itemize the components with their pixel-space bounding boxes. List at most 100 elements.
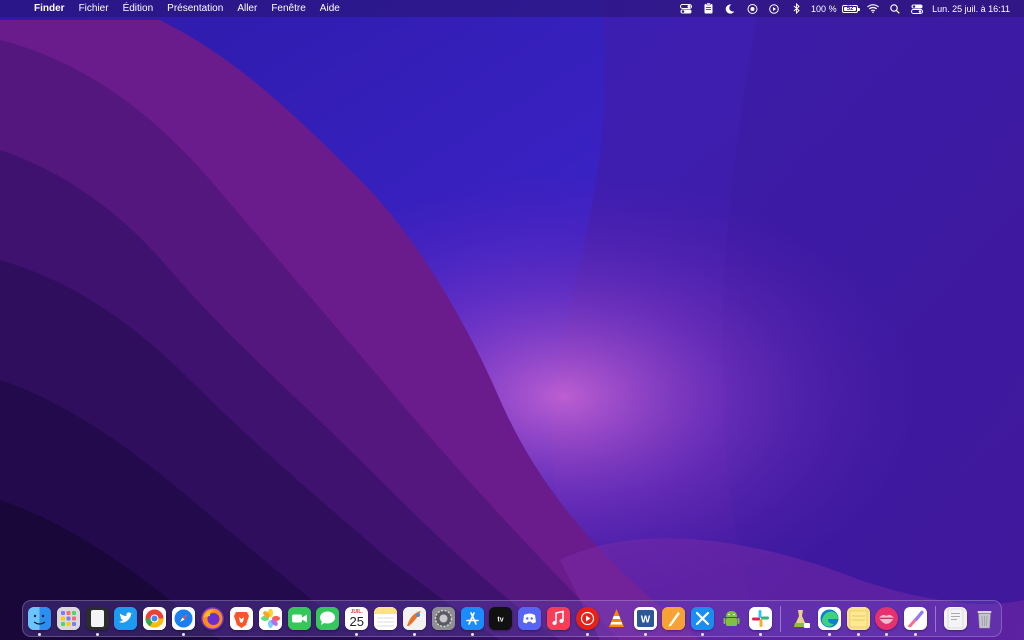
utility-app-icon xyxy=(789,607,812,630)
menu-bar: Finder Fichier Édition Présentation Alle… xyxy=(0,0,1024,17)
dock-item-finder[interactable] xyxy=(25,604,54,636)
dock-item-brush-app[interactable] xyxy=(901,604,930,636)
battery-percent[interactable]: 100 % 52 xyxy=(807,4,862,14)
menu-aller[interactable]: Aller xyxy=(230,3,264,14)
running-indicator xyxy=(182,633,186,636)
menu-fenetre[interactable]: Fenêtre xyxy=(264,3,312,14)
running-indicator xyxy=(37,633,41,636)
dock-item-pages[interactable] xyxy=(660,604,689,633)
messages-icon xyxy=(316,607,340,630)
svg-text:tv: tv xyxy=(498,617,504,624)
dock-item-photos[interactable] xyxy=(256,604,285,633)
dock-item-launchpad[interactable] xyxy=(54,604,83,633)
dock-separator xyxy=(779,605,781,632)
running-indicator xyxy=(355,633,359,636)
app-store-icon xyxy=(460,607,484,630)
discord-icon xyxy=(518,607,542,630)
android-studio-icon xyxy=(720,607,743,630)
safari-icon xyxy=(172,607,196,630)
airplay-icon[interactable] xyxy=(741,0,763,17)
vlc-icon xyxy=(605,607,628,630)
running-indicator xyxy=(470,633,474,636)
running-indicator xyxy=(885,633,889,636)
dock-item-brave[interactable] xyxy=(227,604,256,633)
search-icon[interactable] xyxy=(884,0,906,17)
dock-item-android-studio[interactable] xyxy=(717,604,746,633)
wifi-icon[interactable] xyxy=(862,0,884,17)
notes-pad-icon xyxy=(85,607,109,630)
running-indicator xyxy=(643,633,647,636)
facetime-icon xyxy=(287,607,311,630)
menu-presentation[interactable]: Présentation xyxy=(160,3,230,14)
dock-item-twitter[interactable] xyxy=(112,604,141,633)
dock-item-stickies[interactable] xyxy=(844,604,873,636)
apple-tv-icon: tv xyxy=(489,607,513,630)
pixelmator-icon xyxy=(402,607,426,630)
finder-icon xyxy=(27,607,51,630)
twitter-icon xyxy=(114,607,138,630)
menu-aide[interactable]: Aide xyxy=(313,3,347,14)
dock-item-slack[interactable] xyxy=(746,604,775,636)
dock-item-discord[interactable] xyxy=(515,604,544,633)
play-icon[interactable] xyxy=(763,0,785,17)
menu-edition[interactable]: Édition xyxy=(116,3,161,14)
dock-item-youtube-music[interactable] xyxy=(573,604,602,636)
xcode-tools-icon xyxy=(691,607,715,630)
running-indicator xyxy=(585,633,589,636)
menu-app-name[interactable]: Finder xyxy=(30,3,72,14)
brave-icon xyxy=(229,607,253,630)
launchpad-icon xyxy=(56,607,80,630)
battery-percent-label: 100 % xyxy=(811,3,837,14)
dock-item-xcode-tools[interactable] xyxy=(688,604,717,636)
chrome-icon xyxy=(143,607,167,630)
dock-item-downloads-stack[interactable] xyxy=(941,604,970,633)
menubar-clock[interactable]: Lun. 25 juil. à 16:11 xyxy=(928,4,1014,14)
menu-fichier[interactable]: Fichier xyxy=(72,3,116,14)
clipboard-icon[interactable] xyxy=(697,0,719,17)
edge-icon xyxy=(817,607,841,630)
dock-item-utility-app[interactable] xyxy=(786,604,815,633)
dock-item-chrome[interactable] xyxy=(140,604,169,633)
running-indicator xyxy=(856,633,860,636)
dock-item-word[interactable]: W xyxy=(631,604,660,636)
calendar-day: 25 xyxy=(349,614,364,629)
system-preferences-icon xyxy=(431,607,455,630)
dock-item-app-store[interactable] xyxy=(458,604,487,636)
dock-item-system-preferences[interactable] xyxy=(429,604,458,633)
trash-icon xyxy=(973,607,996,630)
word-icon: W xyxy=(633,607,657,630)
svg-text:W: W xyxy=(640,615,650,626)
dock-separator xyxy=(935,605,937,632)
photos-icon xyxy=(258,607,282,630)
brush-app-icon xyxy=(904,607,928,630)
dock-item-apple-tv[interactable]: tv xyxy=(487,604,516,633)
dock-item-vlc[interactable] xyxy=(602,604,631,633)
dock-item-firefox[interactable] xyxy=(198,604,227,633)
dock-item-kiss-app[interactable] xyxy=(872,604,901,636)
dock-item-facetime[interactable] xyxy=(285,604,314,633)
dock-item-trash[interactable] xyxy=(970,604,999,633)
calendar-icon: JUIL. 25 xyxy=(345,607,369,630)
kiss-app-icon xyxy=(875,607,899,630)
dock-item-edge[interactable] xyxy=(815,604,844,636)
dock-item-notes-pad[interactable] xyxy=(83,604,112,636)
dock-item-music[interactable] xyxy=(544,604,573,633)
dock-item-pixelmator[interactable] xyxy=(400,604,429,636)
dock-item-safari[interactable] xyxy=(169,604,198,636)
control-center-icon[interactable] xyxy=(906,0,928,17)
dock-item-calendar[interactable]: JUIL. 25 xyxy=(342,604,371,636)
toggle-icon[interactable] xyxy=(675,0,697,17)
music-icon xyxy=(547,607,571,630)
moon-icon[interactable] xyxy=(719,0,741,17)
bluetooth-icon[interactable] xyxy=(785,0,807,17)
running-indicator xyxy=(412,633,416,636)
stickies-icon xyxy=(846,607,870,630)
battery-icon: 52 xyxy=(842,5,861,14)
dock-item-notes[interactable] xyxy=(371,604,400,633)
slack-icon xyxy=(749,607,773,630)
dock-item-messages[interactable] xyxy=(313,604,342,633)
pages-icon xyxy=(662,607,686,630)
desktop-wallpaper xyxy=(0,0,1024,640)
youtube-music-icon xyxy=(575,607,599,630)
running-indicator xyxy=(914,633,918,636)
